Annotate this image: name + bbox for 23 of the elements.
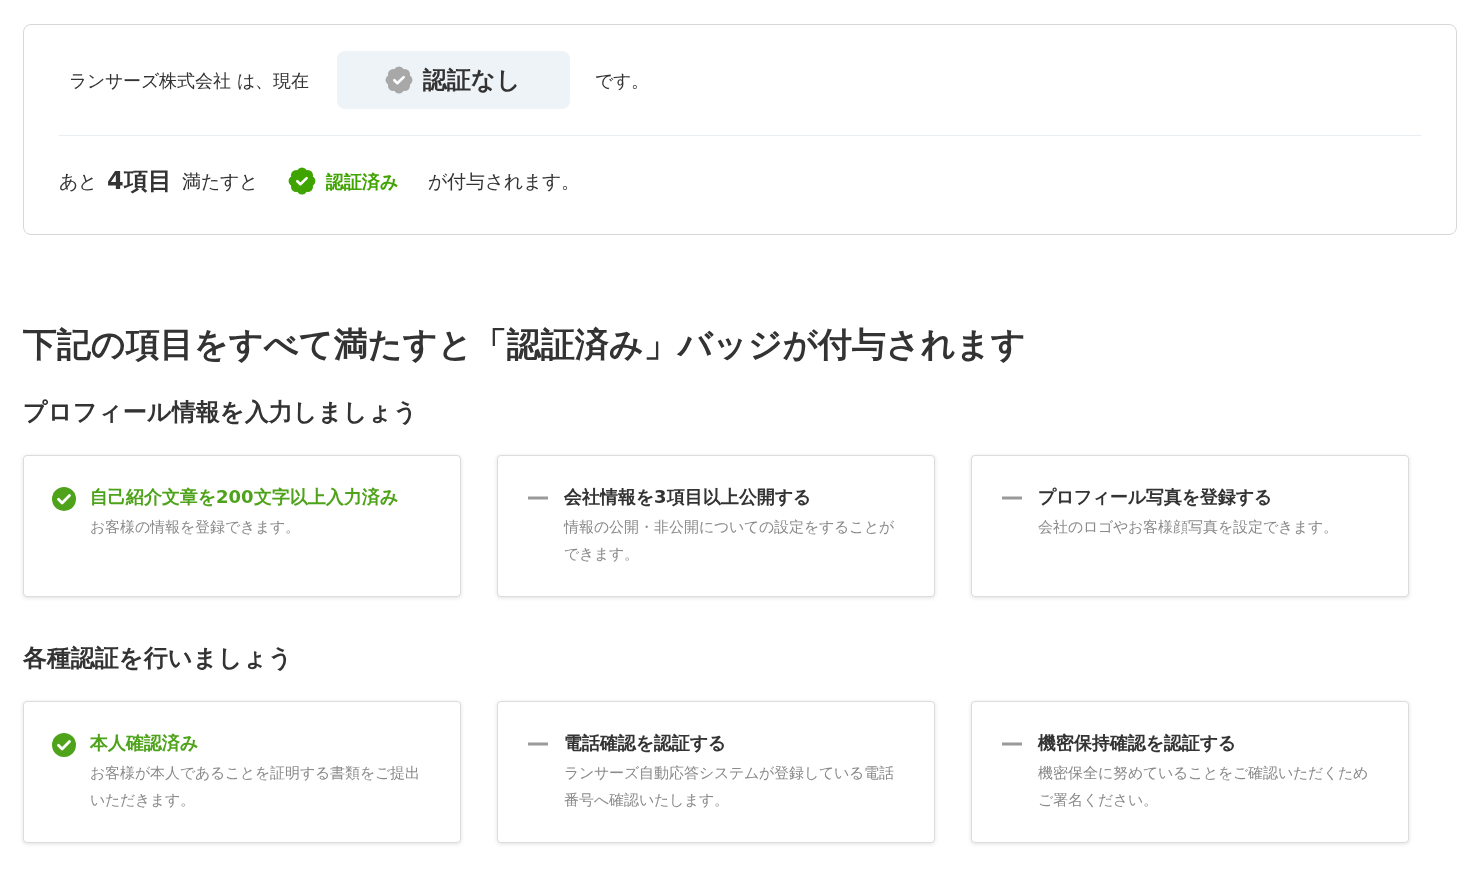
requirement-title: 会社情報を3項目以上公開する (564, 486, 812, 508)
section-heading: 各種認証を行いましょう (23, 643, 294, 674)
requirement-description: ランサーズ自動応答システムが登録している電話番号へ確認いたします。 (564, 763, 894, 811)
remaining-prefix: あと (59, 168, 97, 194)
requirement-description: 情報の公開・非公開についての設定をすることができます。 (564, 517, 894, 565)
requirement-title: 機密保持確認を認証する (1038, 732, 1237, 754)
requirement-description: お客様の情報を登録できます。 (90, 517, 301, 538)
verified-badge-label: 認証済み (325, 169, 398, 194)
requirement-description: 会社のロゴやお客様顔写真を設定できます。 (1038, 517, 1338, 538)
remaining-text: 満たすと (181, 168, 258, 194)
status-suffix: です。 (594, 68, 649, 93)
requirement-description: お客様が本人であることを証明する書類をご提出いただきます。 (90, 763, 420, 811)
status-text: ランサーズ株式会社 は、現在 (69, 68, 309, 93)
requirement-title: プロフィール写真を登録する (1038, 486, 1273, 508)
remaining-count: 4項目 (107, 166, 172, 197)
requirement-description: 機密保全に努めていることをご確認いただくためご署名ください。 (1038, 763, 1368, 811)
status-label: 認証なし (423, 65, 522, 96)
page-heading: 下記の項目をすべて満たすと「認証済み」バッジが付与されます (23, 323, 1027, 366)
requirement-title: 本人確認済み (90, 732, 199, 754)
remaining-suffix: が付与されます。 (427, 168, 580, 194)
requirement-title: 自己紹介文章を200文字以上入力済み (90, 486, 398, 508)
requirement-title: 電話確認を認証する (564, 732, 727, 754)
section-heading: プロフィール情報を入力しましょう (23, 397, 419, 428)
